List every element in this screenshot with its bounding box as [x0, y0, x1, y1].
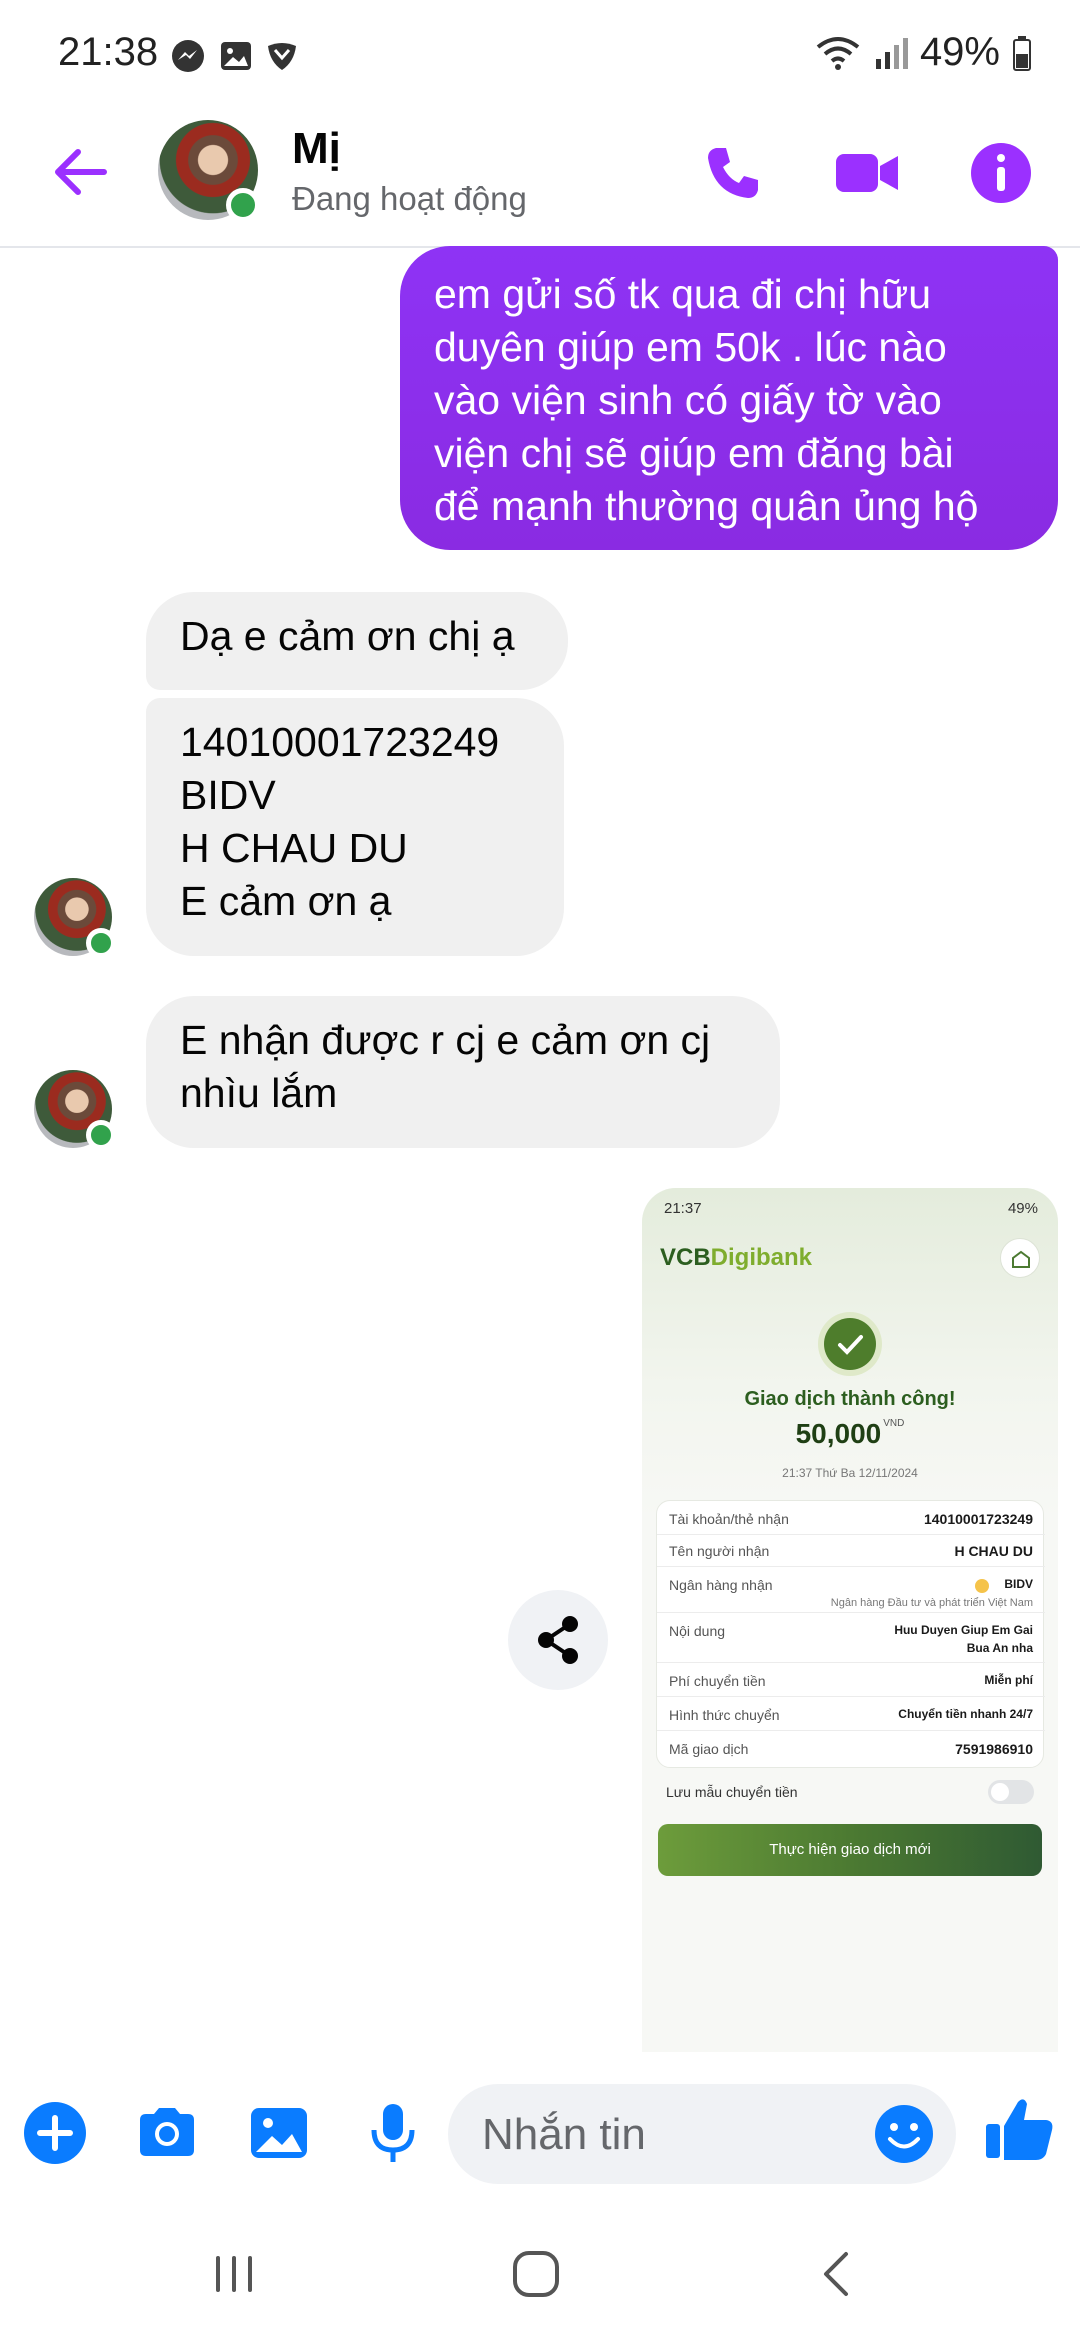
- incoming-message[interactable]: Dạ e cảm ơn chị ạ: [146, 592, 568, 690]
- detail-row: Nội dung Huu Duyen Giup Em Gai Bua An nh…: [657, 1613, 1045, 1663]
- outgoing-message[interactable]: em gửi số tk qua đi chị hữu duyên giúp e…: [400, 246, 1058, 550]
- message-line: duyên giúp em 50k . lúc nào: [434, 324, 947, 370]
- detail-value: 7591986910: [955, 1741, 1033, 1757]
- shield-icon: [268, 43, 296, 70]
- online-indicator: [86, 1120, 116, 1150]
- status-time: 21:38: [58, 30, 159, 74]
- image-icon[interactable]: [246, 2100, 312, 2166]
- detail-value: 14010001723249: [923, 1511, 1033, 1527]
- detail-row: Ngân hàng nhận BIDV Ngân hàng Đầu tư và …: [657, 1567, 1045, 1613]
- detail-value: BIDV: [1004, 1577, 1033, 1591]
- detail-value: Chuyển tiền nhanh 24/7: [898, 1707, 1033, 1721]
- detail-value: H CHAU DU: [954, 1543, 1033, 1559]
- message-input-placeholder: Nhắn tin: [482, 2110, 646, 2159]
- transaction-details-card: Tài khoản/thẻ nhận 14010001723249 Tên ng…: [656, 1500, 1045, 1768]
- wifi-icon: [816, 36, 860, 70]
- info-icon[interactable]: [966, 138, 1036, 208]
- detail-row: Tài khoản/thẻ nhận 14010001723249: [657, 1501, 1045, 1535]
- share-button[interactable]: [508, 1590, 608, 1690]
- logo-main: VCB: [660, 1244, 711, 1271]
- vcb-digibank-logo: VCBDigibank: [660, 1244, 812, 1272]
- recent-apps-icon[interactable]: [204, 2244, 264, 2304]
- detail-value-2: Bua An nha: [966, 1641, 1033, 1655]
- home-icon: [1000, 1238, 1040, 1278]
- thumbs-up-icon[interactable]: [980, 2090, 1060, 2170]
- message-text: Dạ e cảm ơn chị ạ: [180, 613, 515, 659]
- message-input[interactable]: Nhắn tin: [448, 2084, 956, 2184]
- receipt-bottom: [642, 1888, 1058, 2052]
- detail-label: Hình thức chuyển: [669, 1707, 780, 1723]
- detail-row: Mã giao dịch 7591986910: [657, 1731, 1045, 1767]
- detail-value: Huu Duyen Giup Em Gai: [894, 1623, 1033, 1637]
- online-indicator: [86, 928, 116, 958]
- message-line: BIDV: [180, 772, 276, 818]
- save-template-label: Lưu mẫu chuyển tiền: [666, 1784, 798, 1800]
- emoji-icon[interactable]: [872, 2102, 936, 2166]
- detail-sub: Ngân hàng Đầu tư và phát triển Việt Nam: [830, 1597, 1033, 1609]
- message-line: để mạnh thường quân ủng hộ: [434, 483, 979, 529]
- detail-label: Phí chuyển tiền: [669, 1673, 766, 1689]
- save-template-toggle: [988, 1780, 1034, 1804]
- transaction-datetime: 21:37 Thứ Ba 12/11/2024: [782, 1466, 918, 1480]
- camera-icon[interactable]: [134, 2100, 200, 2166]
- video-icon[interactable]: [832, 138, 902, 208]
- message-line: viện chị sẽ giúp em đăng bài: [434, 430, 954, 476]
- home-icon[interactable]: [506, 2244, 566, 2304]
- detail-row: Tên người nhận H CHAU DU: [657, 1535, 1045, 1567]
- message-line: 14010001723249: [180, 719, 500, 765]
- share-icon: [538, 1616, 578, 1664]
- mic-icon[interactable]: [360, 2100, 426, 2166]
- message-line: em gửi số tk qua đi chị hữu: [434, 271, 932, 317]
- gallery-icon: [221, 42, 251, 70]
- detail-label: Tài khoản/thẻ nhận: [669, 1511, 789, 1527]
- signal-icon: [875, 37, 908, 69]
- back-icon[interactable]: [808, 2244, 868, 2304]
- incoming-message[interactable]: 14010001723249 BIDV H CHAU DU E cảm ơn ạ: [146, 698, 564, 956]
- transfer-receipt-image[interactable]: 21:37 49% VCBDigibank Giao dịch thành cô…: [642, 1188, 1058, 2052]
- system-nav-bar: [0, 2220, 1080, 2340]
- status-bar: 21:38 49%: [0, 0, 1080, 110]
- message-line: E nhận được r cj e cảm ơn cj: [180, 1017, 711, 1063]
- online-indicator: [226, 188, 260, 222]
- detail-row: Phí chuyển tiền Miễn phí: [657, 1663, 1045, 1697]
- amount: 50,000 VND: [642, 1418, 1058, 1450]
- phone-icon[interactable]: [698, 138, 768, 208]
- status-right: 49%: [816, 30, 1032, 75]
- detail-value: Miễn phí: [984, 1673, 1033, 1687]
- messenger-icon: [172, 40, 204, 72]
- message-line: vào viện sinh có giấy tờ vào: [434, 377, 942, 423]
- contact-name[interactable]: Mị: [292, 124, 341, 174]
- receipt-status-battery: 49%: [1007, 1200, 1038, 1217]
- success-text: Giao dịch thành công!: [744, 1388, 956, 1410]
- new-transaction-button: Thực hiện giao dịch mới: [658, 1824, 1042, 1876]
- message-line: nhìu lắm: [180, 1070, 338, 1116]
- conversation-header: Mị Đang hoạt động: [0, 110, 1080, 248]
- logo-sub: Digibank: [710, 1244, 813, 1271]
- message-composer: Nhắn tin: [0, 2080, 1080, 2190]
- detail-label: Nội dung: [669, 1623, 726, 1639]
- incoming-message[interactable]: E nhận được r cj e cảm ơn cj nhìu lắm: [146, 996, 780, 1148]
- receipt-status-time: 21:37: [664, 1200, 702, 1217]
- message-line: E cảm ơn ạ: [180, 878, 392, 924]
- detail-label: Mã giao dịch: [669, 1741, 749, 1757]
- battery-percent: 49%: [919, 30, 1000, 74]
- currency: VND: [883, 1418, 905, 1429]
- contact-status: Đang hoạt động: [292, 180, 527, 217]
- detail-row: Hình thức chuyển Chuyển tiền nhanh 24/7: [657, 1697, 1045, 1731]
- bidv-logo-icon: [975, 1579, 989, 1593]
- plus-icon[interactable]: [22, 2100, 88, 2166]
- detail-label: Ngân hàng nhận: [669, 1577, 773, 1593]
- message-line: H CHAU DU: [180, 825, 408, 871]
- back-arrow-icon[interactable]: [48, 140, 112, 204]
- battery-icon: [1013, 35, 1031, 71]
- detail-label: Tên người nhận: [669, 1543, 770, 1559]
- success-check-icon: [824, 1318, 876, 1370]
- amount-value: 50,000: [795, 1418, 882, 1449]
